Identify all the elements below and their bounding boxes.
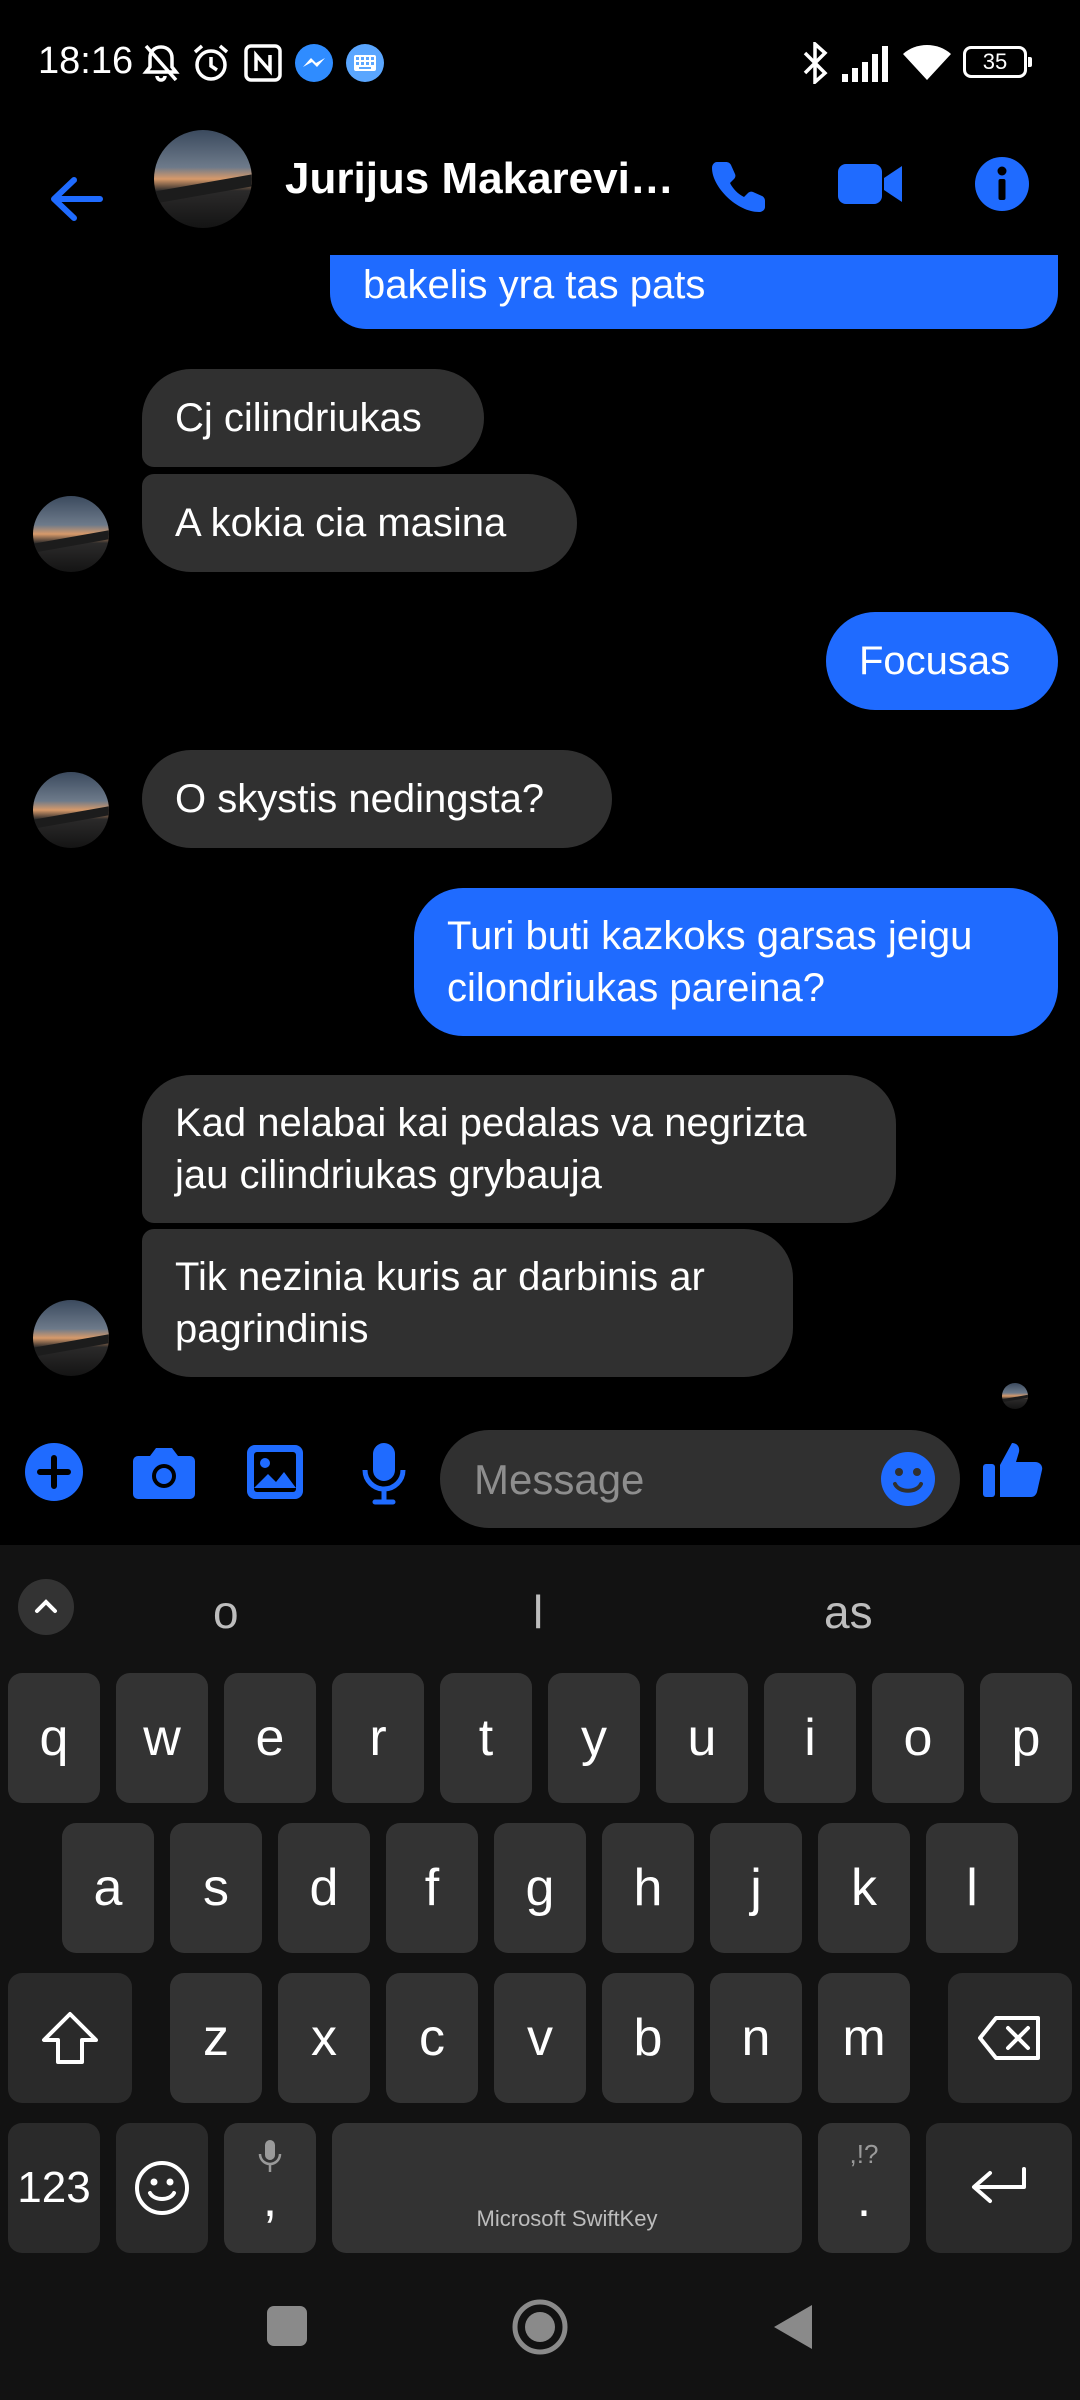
message-incoming[interactable]: O skystis nedingsta? [142,750,612,848]
period-label: . [856,2170,872,2228]
enter-key[interactable] [926,2123,1072,2253]
status-bar: 18:16 35 [0,0,1080,130]
battery-icon: 35 [963,46,1032,78]
key-z[interactable]: z [170,1973,262,2103]
key-u[interactable]: u [656,1673,748,1803]
key-r[interactable]: r [332,1673,424,1803]
sender-avatar [33,496,109,572]
key-g[interactable]: g [494,1823,586,1953]
key-t[interactable]: t [440,1673,532,1803]
key-m[interactable]: m [818,1973,910,2103]
info-icon[interactable] [974,156,1030,212]
video-icon[interactable] [838,162,904,206]
gallery-icon[interactable] [246,1444,304,1500]
chat-header: Jurijus Makarevič… [0,130,1080,260]
contact-avatar[interactable] [154,130,252,228]
add-icon[interactable] [24,1442,84,1502]
thumbs-up-icon[interactable] [982,1438,1044,1500]
message-placeholder: Message [474,1456,645,1503]
microphone-icon[interactable] [360,1442,408,1506]
phone-icon[interactable] [712,158,766,212]
key-x[interactable]: x [278,1973,370,2103]
period-key[interactable]: ,!? . [818,2123,910,2253]
shift-key[interactable] [8,1973,132,2103]
message-outgoing[interactable]: Focusas [826,612,1058,710]
key-k[interactable]: k [818,1823,910,1953]
signal-icon [842,46,888,82]
key-v[interactable]: v [494,1973,586,2103]
home-icon[interactable] [511,2298,569,2356]
message-incoming[interactable]: A kokia cia masina [142,474,577,572]
recents-icon[interactable] [266,2305,308,2347]
enter-icon [972,2167,1026,2203]
battery-level: 35 [982,49,1008,74]
suggestion-1[interactable]: o [213,1585,239,1639]
back-arrow-icon[interactable] [48,176,104,222]
space-key[interactable]: Microsoft SwiftKey [332,2123,802,2253]
message-composer: Message [0,1400,1080,1545]
key-f[interactable]: f [386,1823,478,1953]
contact-name[interactable]: Jurijus Makarevič… [285,154,675,204]
key-n[interactable]: n [710,1973,802,2103]
bluetooth-icon [803,42,828,84]
chevron-up-icon [35,1599,57,1613]
key-y[interactable]: y [548,1673,640,1803]
sender-avatar [33,772,109,848]
comma-key[interactable]: , [224,2123,316,2253]
suggestion-3[interactable]: as [824,1585,873,1639]
key-j[interactable]: j [710,1823,802,1953]
key-s[interactable]: s [170,1823,262,1953]
shift-icon [42,2012,98,2064]
emoji-key[interactable] [116,2123,208,2253]
key-w[interactable]: w [116,1673,208,1803]
muted-bell-icon [142,44,180,82]
suggestions-toggle[interactable] [18,1579,74,1635]
key-a[interactable]: a [62,1823,154,1953]
suggestion-2[interactable]: l [533,1585,543,1639]
key-l[interactable]: l [926,1823,1018,1953]
status-time: 18:16 [38,40,134,82]
back-nav-icon[interactable] [770,2303,814,2351]
key-i[interactable]: i [764,1673,856,1803]
key-h[interactable]: h [602,1823,694,1953]
key-c[interactable]: c [386,1973,478,2103]
message-incoming[interactable]: Kad nelabai kai pedalas va negrizta jau … [142,1075,896,1223]
nfc-icon [244,44,282,82]
message-outgoing[interactable]: Turi buti kazkoks garsas jeigu cilondriu… [414,888,1058,1036]
wifi-icon [903,45,951,80]
space-label: Microsoft SwiftKey [476,2206,658,2231]
sender-avatar [33,1300,109,1376]
message-outgoing[interactable]: bakelis yra tas pats [330,255,1058,329]
key-o[interactable]: o [872,1673,964,1803]
messenger-icon [295,44,333,82]
numbers-key[interactable]: 123 [8,2123,100,2253]
emoji-icon[interactable] [880,1451,936,1507]
alarm-icon [193,44,229,81]
keyboard: o l as q w e r t y u i o p a s d f g h j… [0,1545,1080,2255]
camera-icon[interactable] [132,1446,196,1500]
keyboard-icon [346,44,384,82]
key-d[interactable]: d [278,1823,370,1953]
navigation-bar [0,2255,1080,2400]
key-b[interactable]: b [602,1973,694,2103]
message-incoming[interactable]: Cj cilindriukas [142,369,484,467]
key-e[interactable]: e [224,1673,316,1803]
key-q[interactable]: q [8,1673,100,1803]
backspace-key[interactable] [948,1973,1072,2103]
backspace-icon [978,2016,1040,2060]
key-p[interactable]: p [980,1673,1072,1803]
message-input[interactable]: Message [440,1430,960,1528]
message-incoming[interactable]: Tik nezinia kuris ar darbinis ar pagrind… [142,1229,793,1377]
comma-label: , [262,2170,278,2228]
smiley-icon [135,2161,189,2215]
